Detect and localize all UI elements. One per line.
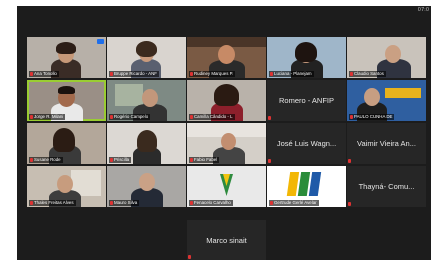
participant-name: Bruppe Ricardo - ANF [109, 71, 159, 77]
participant-tile[interactable]: Luciana - Planejam [267, 37, 346, 78]
muted-mic-icon [190, 158, 193, 162]
muted-mic-icon [110, 201, 113, 205]
muted-mic-icon [190, 201, 193, 205]
muted-mic-icon [30, 72, 33, 76]
muted-mic-icon [30, 201, 33, 205]
muted-mic-icon [270, 201, 273, 205]
muted-mic-icon [110, 158, 113, 162]
participant-name: Priscilla [109, 157, 132, 163]
participant-name: Luciana - Planejam [269, 71, 314, 77]
participant-tile[interactable]: Camilla Cândido - L [187, 80, 266, 121]
participant-name: Claudio Santos [349, 71, 386, 77]
participant-name: Camilla Cândido - L [189, 114, 235, 120]
muted-mic-icon [350, 115, 353, 119]
participant-name: José Luis Wagn... [276, 139, 337, 148]
clock: 07:0 [417, 7, 429, 13]
muted-mic-icon [30, 158, 33, 162]
participant-tile[interactable]: Claudio Santos [347, 37, 426, 78]
muted-mic-icon [30, 115, 33, 119]
video-conference-window: 07:0 Ana Tonollo Bruppe Ricardo - ANF Ru… [17, 6, 431, 260]
muted-mic-icon [110, 72, 113, 76]
participant-tile[interactable]: Fabio Fabel [187, 123, 266, 164]
participant-name: Ana Tonollo [29, 71, 59, 77]
muted-mic-icon [348, 159, 351, 163]
participant-name: Rogério Campelo [109, 114, 151, 120]
participant-name: Thayná- Comu... [358, 182, 415, 191]
participant-tile[interactable]: Jorge R. Milani [27, 80, 106, 121]
muted-mic-icon [268, 116, 271, 120]
participant-name: Fabio Fabel [189, 157, 220, 163]
participant-name: Fenacelo Carvalho [189, 200, 233, 206]
participant-tile[interactable]: Marco sinait [187, 220, 266, 260]
more-options-button[interactable] [97, 39, 104, 44]
muted-mic-icon [190, 115, 193, 119]
participant-tile[interactable]: Rudiney Marques P. [187, 37, 266, 78]
participant-tile[interactable]: Gertrude Gerlé Avelar [267, 166, 346, 207]
participant-tile[interactable]: Susane Rode [27, 123, 106, 164]
participant-name: Romero - ANFIP [278, 96, 334, 105]
participant-name: Jorge R. Milani [29, 114, 66, 120]
muted-mic-icon [268, 159, 271, 163]
muted-mic-icon [350, 72, 353, 76]
participant-name: Thales Freitas Alves [29, 200, 76, 206]
participant-tile[interactable]: José Luis Wagn... [267, 123, 346, 164]
participant-name: Vaimir Vieira An... [357, 139, 416, 148]
muted-mic-icon [348, 202, 351, 206]
participant-name: Rudiney Marques P. [189, 71, 236, 77]
participant-name: PAULO CUNHA DE [349, 114, 395, 120]
participant-tile[interactable]: Fenacelo Carvalho [187, 166, 266, 207]
muted-mic-icon [270, 72, 273, 76]
participant-tile[interactable]: Thayná- Comu... [347, 166, 426, 207]
participant-tile[interactable]: PAULO CUNHA DE [347, 80, 426, 121]
participant-name: Marco sinait [206, 235, 247, 245]
participant-name: Susane Rode [29, 157, 63, 163]
participant-tile[interactable]: Ana Tonollo [27, 37, 106, 78]
participant-tile[interactable]: Thales Freitas Alves [27, 166, 106, 207]
participant-name: Gertrude Gerlé Avelar [269, 200, 319, 206]
participant-tile[interactable]: Bruppe Ricardo - ANF [107, 37, 186, 78]
muted-mic-icon [190, 72, 193, 76]
participant-name: Mauro Silva [109, 200, 140, 206]
participant-tile[interactable]: Priscilla [107, 123, 186, 164]
participant-tile[interactable]: Mauro Silva [107, 166, 186, 207]
participant-tile[interactable]: Vaimir Vieira An... [347, 123, 426, 164]
participant-tile[interactable]: Romero - ANFIP [267, 80, 346, 121]
muted-mic-icon [188, 255, 191, 259]
muted-mic-icon [110, 115, 113, 119]
participant-tile[interactable]: Rogério Campelo [107, 80, 186, 121]
